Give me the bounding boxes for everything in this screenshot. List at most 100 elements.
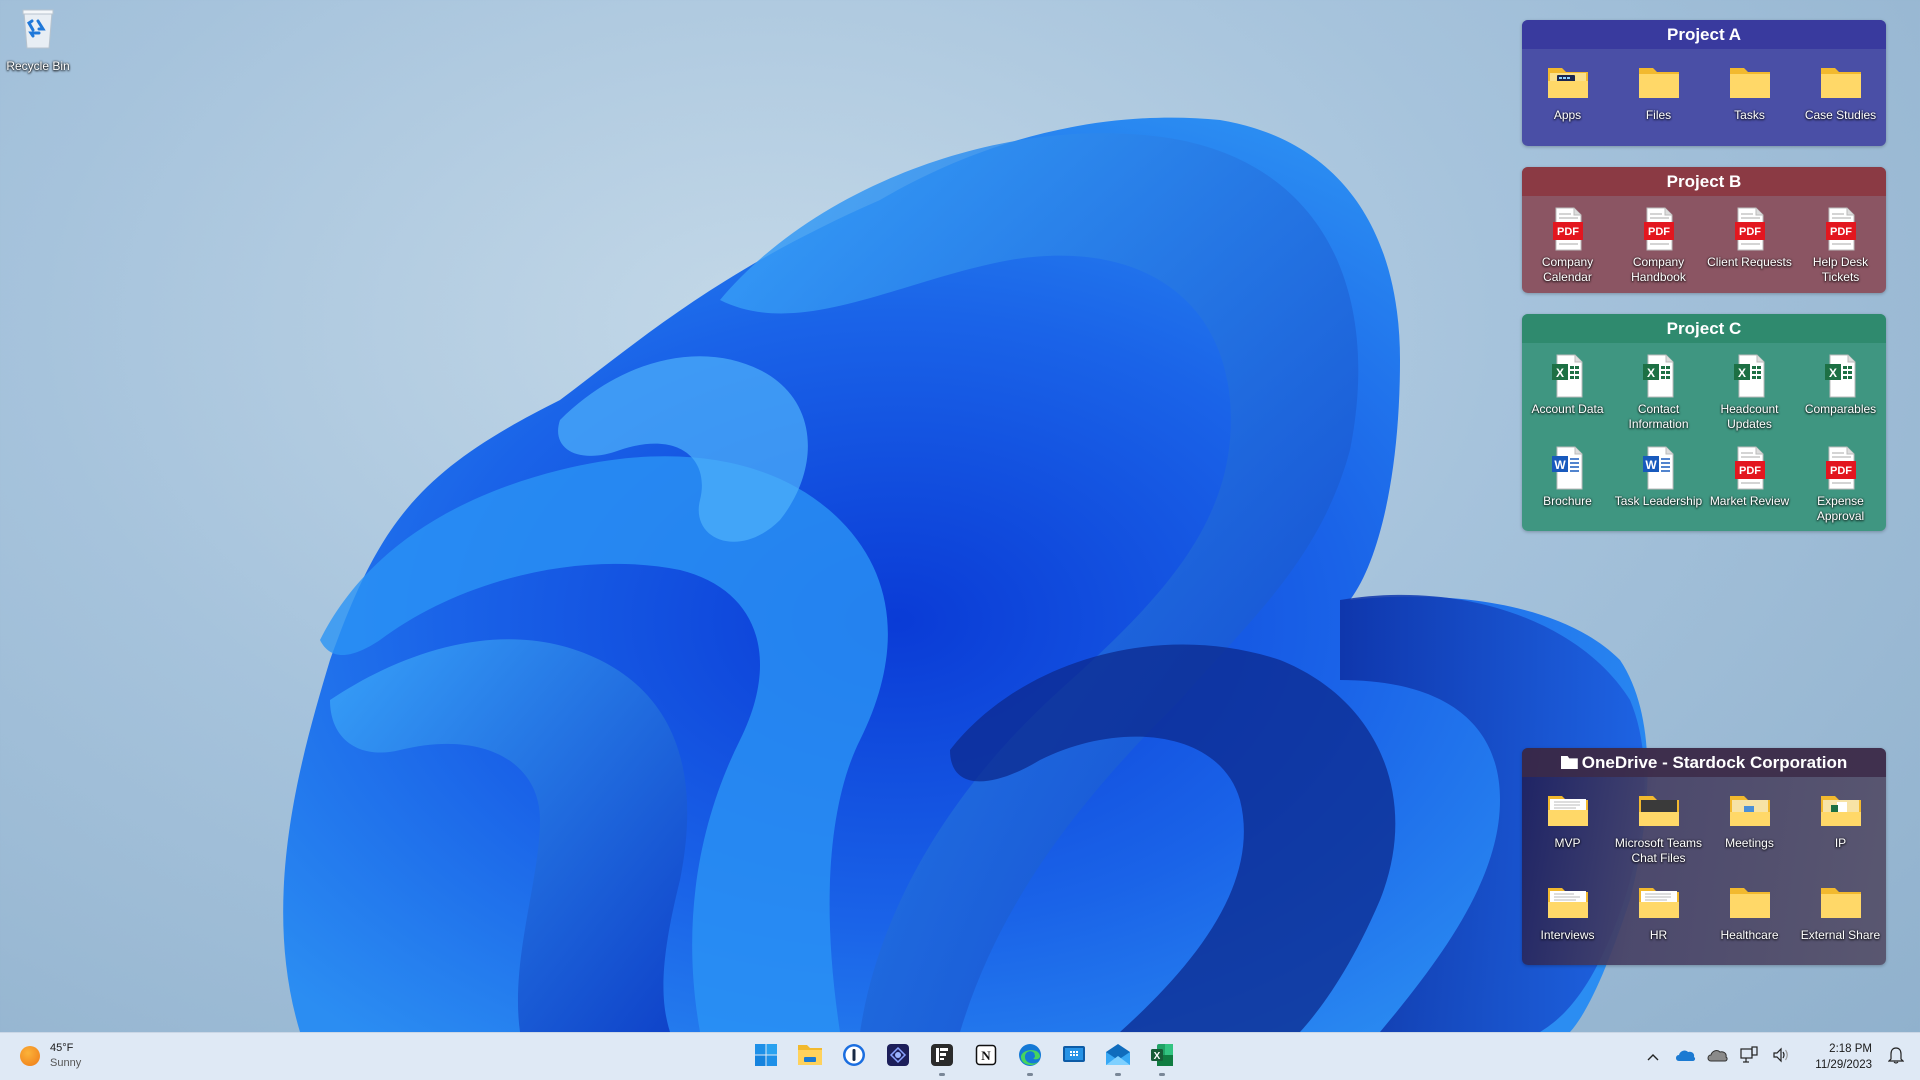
- taskbar-fences[interactable]: [920, 1037, 964, 1077]
- fence-item-company-handbook[interactable]: PDF Company Handbook: [1613, 206, 1704, 290]
- fence-project-c[interactable]: Project C X Account Data X Contact Infor…: [1522, 314, 1886, 531]
- fence-item-label: Files: [1645, 108, 1672, 122]
- fence-onedrive[interactable]: OneDrive - Stardock Corporation MVP Micr…: [1522, 748, 1886, 965]
- clock-date: 11/29/2023: [1815, 1059, 1872, 1071]
- fence-item-label: Expense Approval: [1816, 494, 1865, 523]
- fence-item-hr[interactable]: HR: [1613, 879, 1704, 965]
- fence-item-label: Healthcare: [1720, 928, 1779, 942]
- system-tray: 2:18 PM 11/29/2023: [1637, 1033, 1920, 1080]
- fence-item-client-requests[interactable]: PDF Client Requests: [1704, 206, 1795, 290]
- weather-temperature: 45°F: [50, 1042, 74, 1054]
- fence-item-comparables[interactable]: X Comparables: [1795, 353, 1886, 439]
- svg-text:W: W: [1645, 458, 1657, 472]
- taskbar-1password[interactable]: [832, 1037, 876, 1077]
- fence-item-label: Headcount Updates: [1720, 402, 1779, 431]
- fence-title-text: OneDrive - Stardock Corporation: [1581, 752, 1848, 772]
- fence-item-help-desk-tickets[interactable]: PDF Help Desk Tickets: [1795, 206, 1886, 290]
- folder-icon: [1560, 756, 1578, 769]
- taskbar-clock[interactable]: 2:18 PM 11/29/2023: [1815, 1041, 1872, 1073]
- svg-text:X: X: [1154, 1051, 1161, 1062]
- show-hidden-icons-button[interactable]: [1637, 1041, 1669, 1073]
- tray-network[interactable]: [1733, 1041, 1765, 1073]
- fence-item-contact-information[interactable]: X Contact Information: [1613, 353, 1704, 439]
- sun-icon: [20, 1046, 40, 1066]
- word-icon: W: [1544, 445, 1592, 491]
- fence-item-label: Company Handbook: [1631, 255, 1686, 284]
- excel-app-icon: X: [1150, 1043, 1174, 1072]
- taskbar-file-explorer[interactable]: [788, 1037, 832, 1077]
- windows-start-icon: [754, 1043, 778, 1072]
- taskbar-mail[interactable]: [1096, 1037, 1140, 1077]
- weather-widget[interactable]: 45°F Sunny: [20, 1041, 81, 1071]
- fence-item-label: Comparables: [1804, 402, 1877, 416]
- fence-item-expense-approval[interactable]: PDF Expense Approval: [1795, 445, 1886, 531]
- folder-doc-icon: [1726, 787, 1774, 833]
- fence-item-label: Company Calendar: [1541, 255, 1594, 284]
- fence-title[interactable]: Project C: [1522, 314, 1886, 343]
- svg-text:PDF: PDF: [1830, 226, 1852, 238]
- media-player-icon: [886, 1043, 910, 1072]
- fence-item-label: Microsoft Teams Chat Files: [1614, 836, 1703, 865]
- tray-onedrive-business[interactable]: [1669, 1041, 1701, 1073]
- svg-text:PDF: PDF: [1648, 226, 1670, 238]
- fence-item-label: Interviews: [1540, 928, 1595, 942]
- taskbar-start-button[interactable]: [744, 1037, 788, 1077]
- fence-item-label: Account Data: [1531, 402, 1604, 416]
- fence-item-label: HR: [1649, 928, 1668, 942]
- fence-item-ip[interactable]: IP: [1795, 787, 1886, 873]
- fence-title[interactable]: Project A: [1522, 20, 1886, 49]
- fence-item-label: Meetings: [1725, 836, 1774, 850]
- fence-item-label: Tasks: [1734, 108, 1765, 122]
- fence-item-healthcare[interactable]: Healthcare: [1704, 879, 1795, 965]
- excel-icon: X: [1544, 353, 1592, 399]
- running-indicator: [1027, 1073, 1033, 1076]
- fence-item-brochure[interactable]: W Brochure: [1522, 445, 1613, 531]
- notifications-button[interactable]: [1880, 1041, 1912, 1073]
- tray-onedrive-personal[interactable]: [1701, 1041, 1733, 1073]
- taskbar-edge[interactable]: [1008, 1037, 1052, 1077]
- folder-icon: [1635, 59, 1683, 105]
- folder-doc-icon: [1544, 879, 1592, 925]
- taskbar-remote-desktop[interactable]: [1052, 1037, 1096, 1077]
- fence-item-mvp[interactable]: MVP: [1522, 787, 1613, 873]
- pdf-icon: PDF: [1817, 206, 1865, 252]
- folder-icon: [1726, 59, 1774, 105]
- svg-text:PDF: PDF: [1739, 465, 1761, 477]
- folder-dark-icon: [1635, 787, 1683, 833]
- taskbar-excel[interactable]: X: [1140, 1037, 1184, 1077]
- fence-title[interactable]: Project B: [1522, 167, 1886, 196]
- fence-item-teams-chat-files[interactable]: Microsoft Teams Chat Files: [1613, 787, 1704, 873]
- fence-item-label: Market Review: [1709, 494, 1790, 508]
- fence-project-a[interactable]: Project A Apps Files Tasks Case Studies: [1522, 20, 1886, 146]
- fence-item-meetings[interactable]: Meetings: [1704, 787, 1795, 873]
- pdf-icon: PDF: [1544, 206, 1592, 252]
- folder-icon: [1817, 59, 1865, 105]
- onedrive-icon: [1674, 1048, 1696, 1067]
- pdf-icon: PDF: [1726, 206, 1774, 252]
- fence-item-external-share[interactable]: External Share: [1795, 879, 1886, 965]
- fence-item-account-data[interactable]: X Account Data: [1522, 353, 1613, 439]
- fence-item-task-leadership[interactable]: W Task Leadership: [1613, 445, 1704, 531]
- fence-item-headcount-updates[interactable]: X Headcount Updates: [1704, 353, 1795, 439]
- notion-icon: N: [975, 1044, 997, 1071]
- fence-title[interactable]: OneDrive - Stardock Corporation: [1522, 748, 1886, 777]
- excel-icon: X: [1726, 353, 1774, 399]
- taskbar-media-app[interactable]: [876, 1037, 920, 1077]
- mail-icon: [1105, 1043, 1131, 1072]
- fence-item-company-calendar[interactable]: PDF Company Calendar: [1522, 206, 1613, 290]
- fence-item-apps[interactable]: Apps: [1522, 59, 1613, 129]
- fence-item-label: Case Studies: [1804, 108, 1877, 122]
- fence-item-files[interactable]: Files: [1613, 59, 1704, 129]
- fence-item-case-studies[interactable]: Case Studies: [1795, 59, 1886, 129]
- tray-volume[interactable]: [1765, 1041, 1797, 1073]
- fence-project-b[interactable]: Project B PDF Company Calendar PDF Compa…: [1522, 167, 1886, 293]
- fence-item-tasks[interactable]: Tasks: [1704, 59, 1795, 129]
- taskbar-notion[interactable]: N: [964, 1037, 1008, 1077]
- fences-icon: [930, 1043, 954, 1072]
- desktop-icon-recycle-bin[interactable]: Recycle Bin: [4, 6, 72, 73]
- svg-text:N: N: [981, 1048, 991, 1063]
- fence-item-market-review[interactable]: PDF Market Review: [1704, 445, 1795, 531]
- folder-apps-icon: [1544, 59, 1592, 105]
- word-icon: W: [1635, 445, 1683, 491]
- fence-item-interviews[interactable]: Interviews: [1522, 879, 1613, 965]
